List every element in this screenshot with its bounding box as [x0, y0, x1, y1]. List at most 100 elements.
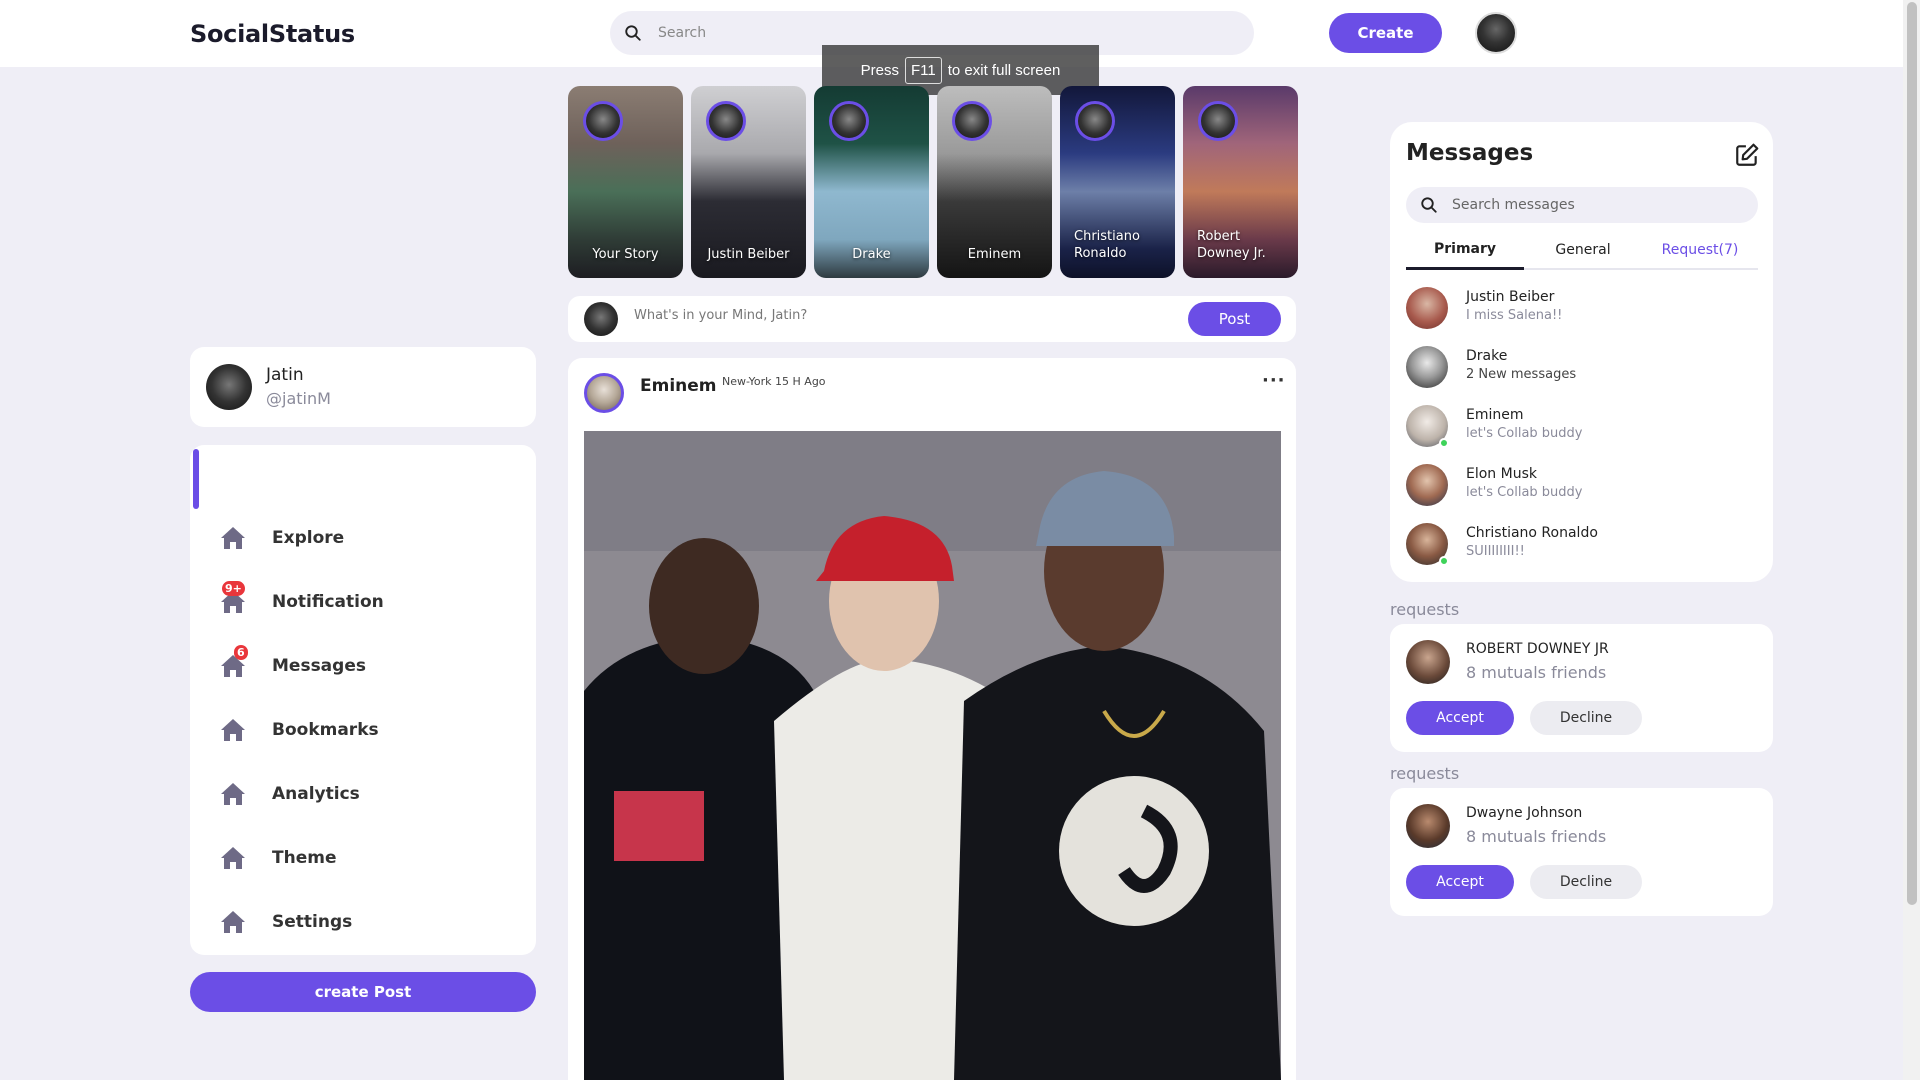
tab-general[interactable]: General: [1524, 230, 1642, 270]
post-button[interactable]: Post: [1188, 302, 1281, 336]
conversation-avatar: [1406, 346, 1448, 388]
decline-button[interactable]: Decline: [1530, 701, 1642, 735]
create-post-button[interactable]: create Post: [190, 972, 536, 1012]
home-icon: [220, 782, 246, 806]
request-name: ROBERT DOWNEY JR: [1466, 641, 1609, 657]
online-indicator: [1439, 438, 1449, 448]
messages-search-input[interactable]: [1452, 197, 1732, 213]
story-avatar: [706, 101, 746, 141]
sidebar-item-messages[interactable]: 6 Messages: [220, 645, 366, 686]
sidebar-item-label: Notification: [272, 592, 384, 612]
home-icon: [220, 846, 246, 870]
compose-box: Post: [568, 296, 1296, 342]
home-icon: [220, 526, 246, 550]
conversation-name: Elon Musk: [1466, 466, 1537, 482]
search-icon: [1421, 197, 1437, 213]
tab-requests[interactable]: Request(7): [1642, 230, 1758, 270]
sidebar-item-notification[interactable]: 9+ Notification: [220, 581, 384, 622]
toast-key: F11: [905, 56, 942, 84]
conversation-item[interactable]: Elon Musk let's Collab buddy: [1406, 464, 1758, 510]
conversation-item[interactable]: Drake 2 New messages: [1406, 346, 1758, 392]
story-avatar: [829, 101, 869, 141]
story-avatar: [1075, 101, 1115, 141]
decline-button[interactable]: Decline: [1530, 865, 1642, 899]
sidebar-item-label: Settings: [272, 912, 353, 932]
story-name: Your Story: [592, 247, 659, 262]
conversation-preview: I miss Salena!!: [1466, 308, 1563, 323]
profile-avatar: [206, 364, 252, 410]
active-indicator: [193, 449, 199, 509]
home-icon: 6: [220, 645, 248, 678]
story-card[interactable]: Robert Downey Jr.: [1183, 86, 1298, 278]
sidebar-item-bookmarks[interactable]: Bookmarks: [220, 710, 379, 750]
story-name: Drake: [852, 247, 891, 262]
accept-button[interactable]: Accept: [1406, 865, 1514, 899]
sidebar-item-label: Messages: [272, 656, 366, 676]
home-icon: [220, 718, 246, 742]
conversation-avatar: [1406, 287, 1448, 329]
sidebar-item-settings[interactable]: Settings: [220, 902, 352, 942]
sidebar-item-label: Analytics: [272, 784, 360, 804]
story-card[interactable]: Eminem: [937, 86, 1052, 278]
search-input[interactable]: [658, 25, 1158, 41]
conversation-name: Christiano Ronaldo: [1466, 525, 1598, 541]
sidebar-item-theme[interactable]: Theme: [220, 838, 336, 878]
sidebar-item-label: Theme: [272, 848, 337, 868]
conversation-preview: 2 New messages: [1466, 367, 1577, 382]
sidebar-item-analytics[interactable]: Analytics: [220, 774, 360, 814]
messages-search[interactable]: [1406, 187, 1758, 223]
sidebar-item-label: Bookmarks: [272, 720, 379, 740]
conversation-name: Justin Beiber: [1466, 289, 1555, 305]
scrollbar-thumb[interactable]: [1907, 2, 1917, 905]
app-logo[interactable]: SocialStatus: [190, 20, 355, 48]
story-name: Christiano Ronaldo: [1074, 229, 1140, 261]
sidebar-nav: Explore 9+ Notification 6 Messages Bookm…: [190, 445, 536, 955]
create-button[interactable]: Create: [1329, 13, 1442, 53]
post-author-name[interactable]: Eminem: [640, 376, 717, 396]
sidebar-item-label: Explore: [272, 528, 345, 548]
more-horizontal-icon[interactable]: ···: [1262, 370, 1286, 391]
story-name: Eminem: [967, 247, 1022, 262]
request-avatar[interactable]: [1406, 640, 1450, 684]
story-avatar: [1198, 101, 1238, 141]
post-image[interactable]: [584, 431, 1281, 1080]
story-card[interactable]: Justin Beiber: [691, 86, 806, 278]
conversation-preview: SUIIIIIIII!!: [1466, 544, 1525, 559]
user-avatar[interactable]: [1475, 12, 1517, 54]
messages-badge: 6: [234, 645, 248, 660]
tab-primary[interactable]: Primary: [1406, 230, 1524, 270]
conversation-name: Eminem: [1466, 407, 1524, 423]
sidebar-item-explore[interactable]: Explore: [220, 518, 344, 558]
story-avatar: [583, 101, 623, 141]
story-avatar: [952, 101, 992, 141]
accept-button[interactable]: Accept: [1406, 701, 1514, 735]
conversation-preview: let's Collab buddy: [1466, 426, 1583, 441]
search-icon: [625, 25, 641, 41]
page-scrollbar[interactable]: [1903, 0, 1920, 1080]
story-card[interactable]: Drake: [814, 86, 929, 278]
conversation-item[interactable]: Justin Beiber I miss Salena!!: [1406, 287, 1758, 333]
compose-input[interactable]: [634, 308, 1134, 323]
toast-text-before: Press: [860, 61, 900, 79]
profile-name: Jatin: [266, 365, 304, 385]
conversation-item[interactable]: Christiano Ronaldo SUIIIIIIII!!: [1406, 523, 1758, 569]
online-indicator: [1439, 556, 1449, 566]
conversation-preview: let's Collab buddy: [1466, 485, 1583, 500]
requests-heading: requests: [1390, 764, 1460, 783]
toast-text-after: to exit full screen: [947, 61, 1061, 79]
request-name: Dwayne Johnson: [1466, 805, 1583, 821]
conversation-avatar: [1406, 464, 1448, 506]
request-mutuals: 8 mutuals friends: [1466, 663, 1607, 682]
conversation-name: Drake: [1466, 348, 1508, 364]
story-name: Robert Downey Jr.: [1197, 229, 1266, 261]
story-name: Justin Beiber: [707, 247, 790, 262]
profile-card[interactable]: Jatin @jatinM: [190, 347, 536, 427]
story-card[interactable]: Christiano Ronaldo: [1060, 86, 1175, 278]
edit-icon[interactable]: [1734, 142, 1760, 168]
request-avatar[interactable]: [1406, 804, 1450, 848]
friend-request-card: Dwayne Johnson 8 mutuals friends Accept …: [1390, 788, 1773, 916]
post-author-avatar[interactable]: [584, 373, 624, 413]
story-card[interactable]: Your Story: [568, 86, 683, 278]
conversation-item[interactable]: Eminem let's Collab buddy: [1406, 405, 1758, 451]
messages-panel: Messages Primary General Request(7) Just…: [1390, 122, 1773, 582]
